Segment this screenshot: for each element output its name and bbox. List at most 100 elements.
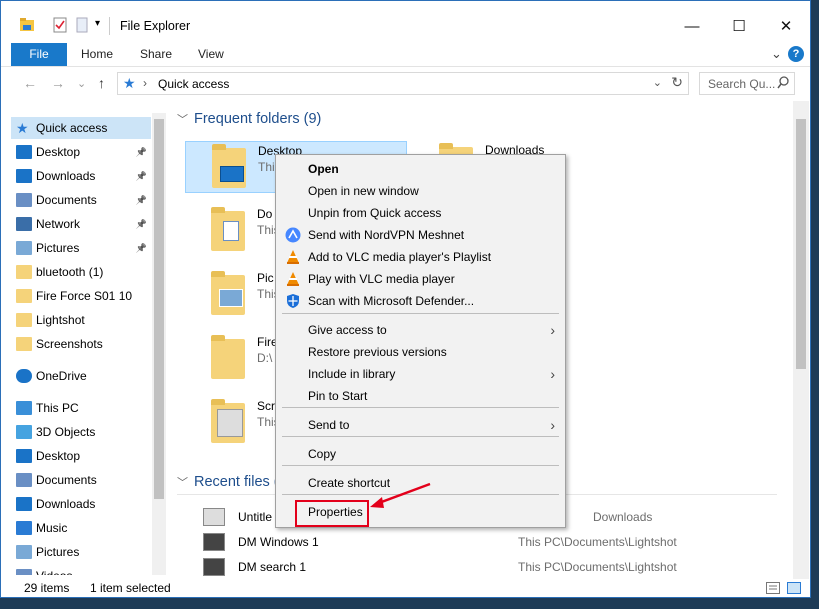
back-arrow-icon[interactable]: ← [23,75,37,91]
defender-icon [285,293,301,309]
sidebar-item[interactable]: 3D Objects [11,421,151,443]
address-dropdown-icon[interactable]: ⌄ [653,76,662,89]
forward-arrow-icon[interactable]: → [51,75,65,91]
content-scrollbar[interactable] [793,101,809,579]
sidebar-item[interactable]: Pictures 📌 [11,237,151,259]
menu-item-add-to-vlc-media-player-s-playlist[interactable]: Add to VLC media player's Playlist [276,246,565,268]
expand-ribbon-icon[interactable]: ⌄ [771,46,782,62]
menu-item-include-in-library[interactable]: Include in library › [276,363,565,385]
sidebar-item[interactable]: Fire Force S01 10 [11,285,151,307]
sidebar-item[interactable]: OneDrive [11,365,151,387]
sidebar-item-label: Desktop [36,449,81,463]
menu-item-send-with-nordvpn-meshnet[interactable]: Send with NordVPN Meshnet [276,224,565,246]
menu-item-label: Give access to [308,323,387,337]
minimize-button[interactable]: — [669,13,715,41]
folder-name: Scr [257,399,275,413]
search-input[interactable]: Search Qu... [708,77,775,91]
maximize-button[interactable]: ☐ [716,13,762,41]
recent-file-row[interactable]: DM Windows 1 This PC\Documents\Lightshot [203,532,743,552]
address-bar[interactable]: ★ › Quick access ⌄ ↻ [117,72,689,95]
cube-icon [16,425,32,439]
sidebar-item-label: This PC [36,401,79,415]
download-icon [16,169,32,183]
sidebar-item[interactable]: Videos [11,565,151,575]
menu-item-play-with-vlc-media-player[interactable]: Play with VLC media player [276,268,565,290]
title-separator [109,17,110,35]
menu-item-copy[interactable]: Copy [276,443,565,465]
sidebar-item[interactable]: This PC [11,397,151,419]
menu-item-give-access-to[interactable]: Give access to › [276,319,565,341]
large-icons-view-icon[interactable] [787,582,801,597]
folder-name: Do [257,207,273,221]
close-button[interactable]: ✕ [763,13,809,41]
file-path: This PC\Documents\Lightshot [518,560,677,574]
sidebar-item-label: Fire Force S01 10 [36,289,133,303]
sidebar-item[interactable]: Lightshot [11,309,151,331]
sidebar-item[interactable]: Music [11,517,151,539]
sidebar-scroll-thumb[interactable] [154,119,164,499]
breadcrumb-quick-access[interactable]: Quick access [158,77,229,91]
menu-item-open[interactable]: Open [276,158,565,180]
sidebar-scrollbar[interactable] [152,113,166,575]
sidebar-item-label: Quick access [36,121,108,135]
folder-icon [212,144,246,188]
menu-item-send-to[interactable]: Send to › [276,414,565,436]
pin-icon: 📌 [135,147,147,157]
menu-item-unpin-from-quick-access[interactable]: Unpin from Quick access [276,202,565,224]
sidebar-item[interactable]: ★ Quick access [11,117,151,139]
refresh-icon[interactable]: ↻ [671,74,683,91]
recent-file-row[interactable]: DM search 1 This PC\Documents\Lightshot [203,557,743,577]
menu-item-label: Add to VLC media player's Playlist [308,250,492,264]
sidebar-item-label: Downloads [36,497,96,511]
title-bar: ▾ File Explorer — ☐ ✕ [1,1,810,43]
sidebar-item[interactable]: Documents [11,469,151,491]
file-path: This PC\Documents\Lightshot [518,535,677,549]
sidebar-item[interactable]: Pictures [11,541,151,563]
pin-icon: 📌 [135,243,147,253]
sidebar-item[interactable]: Screenshots [11,333,151,355]
up-arrow-icon[interactable]: ↑ [98,75,105,91]
menu-item-restore-previous-versions[interactable]: Restore previous versions [276,341,565,363]
sidebar-item[interactable]: Downloads [11,493,151,515]
file-thumbnail [203,558,225,576]
tab-home[interactable]: Home [81,43,113,66]
help-icon[interactable]: ? [788,46,804,62]
file-name: DM search 1 [238,560,307,574]
sidebar-item[interactable]: bluetooth (1) [11,261,151,283]
tab-share[interactable]: Share [140,43,172,66]
menu-item-open-in-new-window[interactable]: Open in new window [276,180,565,202]
folder-location: D:\ [257,351,273,365]
star-icon: ★ [16,120,29,136]
collapse-chevron-icon[interactable]: ﹀ [177,114,188,126]
tab-view[interactable]: View [198,43,224,66]
menu-item-scan-with-microsoft-defender[interactable]: Scan with Microsoft Defender... [276,290,565,312]
properties-quick-icon[interactable] [53,17,67,36]
sidebar-item[interactable]: Desktop [11,445,151,467]
properties-highlight-box [295,500,369,527]
network-icon [16,217,32,231]
vlc-icon [285,249,301,265]
sidebar-item[interactable]: Downloads 📌 [11,165,151,187]
tab-file[interactable]: File [11,43,67,66]
menu-item-label: Include in library [308,367,396,381]
menu-item-label: Open [308,162,339,176]
recent-locations-icon[interactable]: ⌄ [77,77,86,90]
sidebar-item[interactable]: Network 📌 [11,213,151,235]
collapse-chevron-icon[interactable]: ﹀ [177,477,188,489]
menu-item-pin-to-start[interactable]: Pin to Start [276,385,565,407]
frequent-folders-heading[interactable]: ﹀ Frequent folders (9) [177,111,321,127]
details-view-icon[interactable] [766,582,780,597]
cloud-icon [16,369,32,383]
ribbon-tabs: File Home Share View ⌄ ? [1,43,810,67]
menu-separator [282,313,559,314]
menu-separator [282,407,559,408]
new-folder-quick-icon[interactable] [76,17,88,36]
content-scroll-thumb[interactable] [796,119,806,369]
folder-icon [16,289,32,303]
sidebar-item[interactable]: Desktop 📌 [11,141,151,163]
menu-item-label: Play with VLC media player [308,272,455,286]
sidebar-item[interactable]: Documents 📌 [11,189,151,211]
recent-files-heading[interactable]: ﹀ Recent files ( [177,474,279,490]
search-box[interactable]: Search Qu... [699,72,795,95]
customize-toolbar-icon[interactable]: ▾ [95,18,100,29]
